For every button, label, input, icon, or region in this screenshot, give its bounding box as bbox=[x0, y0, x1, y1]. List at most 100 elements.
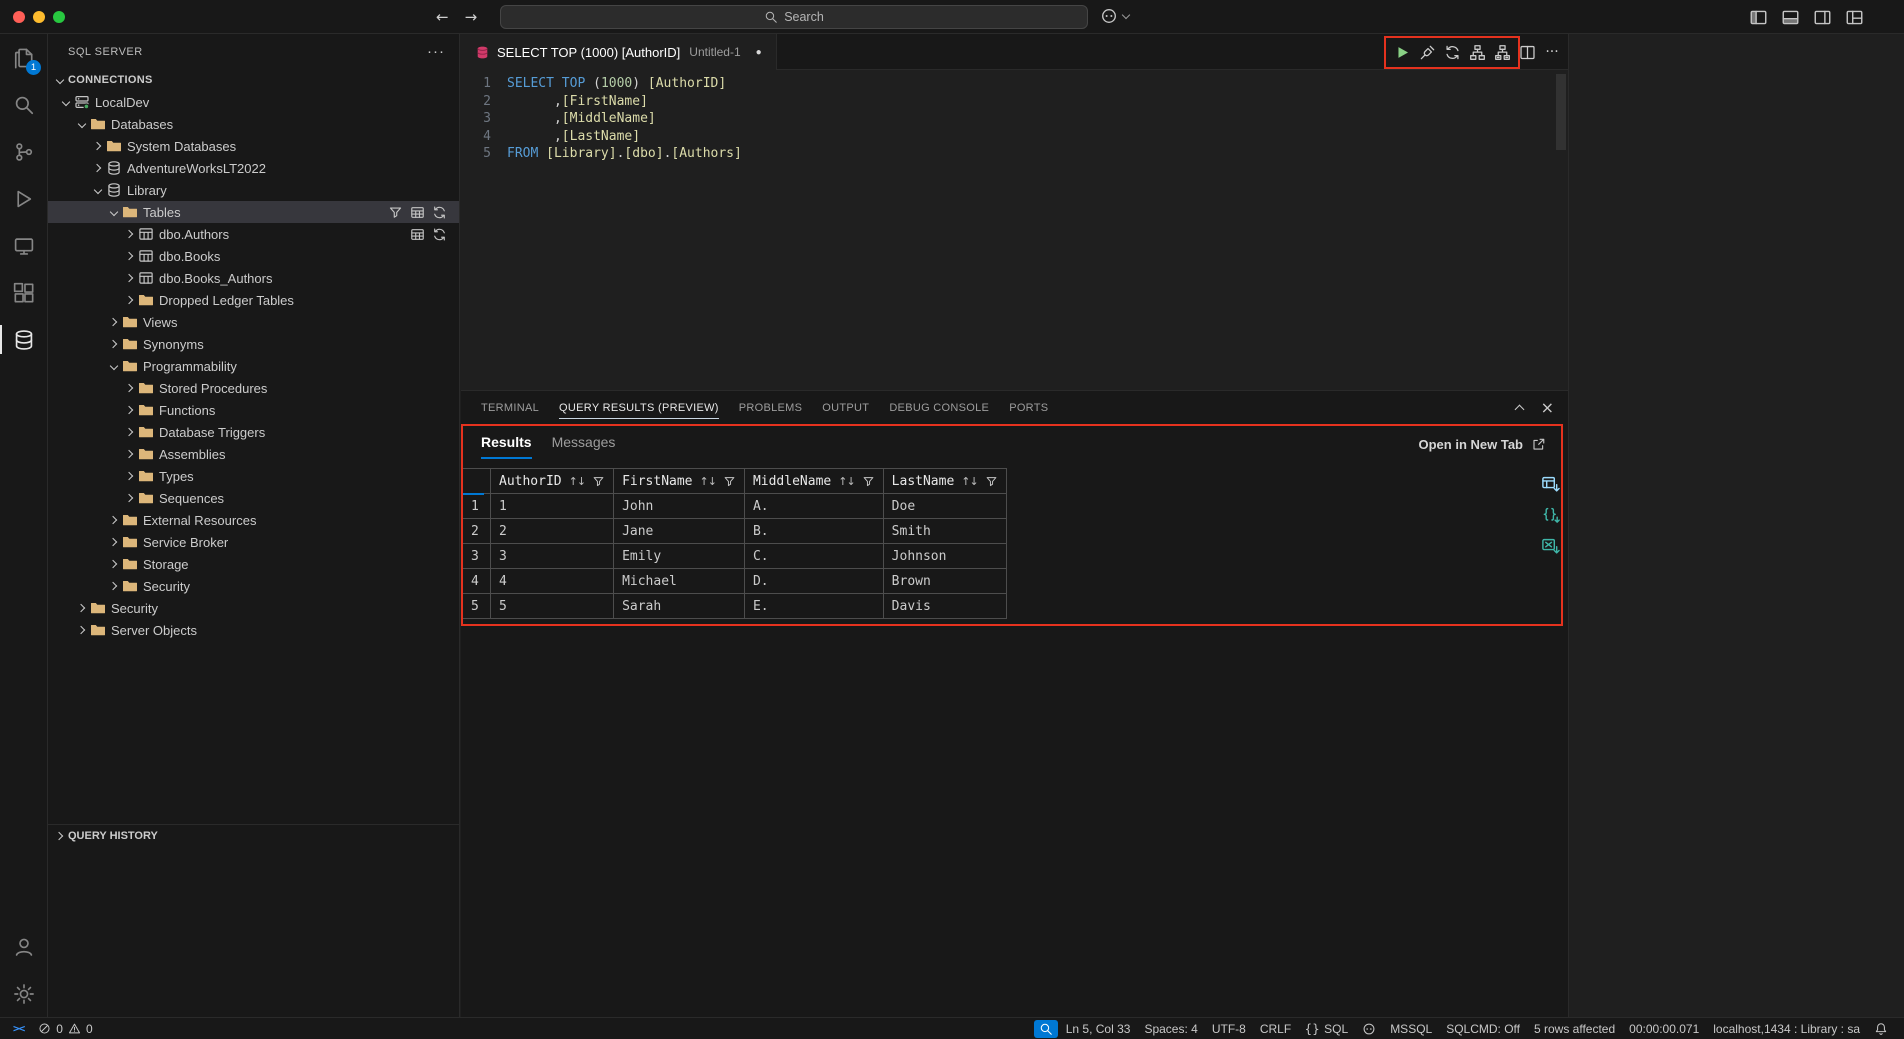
results-tab-messages[interactable]: Messages bbox=[552, 434, 616, 459]
tree-item-synonyms[interactable]: Synonyms bbox=[48, 333, 459, 355]
grid-cell[interactable]: 3 bbox=[491, 544, 614, 569]
status-localhost-1434-library-sa[interactable]: localhost,1434 : Library : sa bbox=[1707, 1018, 1866, 1039]
status-00-00-00-071[interactable]: 00:00:00.071 bbox=[1623, 1018, 1705, 1039]
status-bell[interactable] bbox=[1868, 1018, 1894, 1039]
status-mssql[interactable]: MSSQL bbox=[1384, 1018, 1438, 1039]
chevron-right-icon[interactable] bbox=[122, 248, 138, 264]
chevron-right-icon[interactable] bbox=[122, 270, 138, 286]
code-line[interactable]: 3 ,[MiddleName] bbox=[461, 110, 1568, 128]
copilot-button[interactable] bbox=[1100, 7, 1131, 25]
filter-icon[interactable] bbox=[592, 475, 605, 488]
tree-item-security[interactable]: Security bbox=[48, 597, 459, 619]
tree-item-sequences[interactable]: Sequences bbox=[48, 487, 459, 509]
chevron-right-icon[interactable] bbox=[122, 446, 138, 462]
tree-item-system-databases[interactable]: System Databases bbox=[48, 135, 459, 157]
customize-layout-icon[interactable] bbox=[1845, 8, 1864, 27]
chevron-right-icon[interactable] bbox=[74, 600, 90, 616]
panel-tab-problems[interactable]: PROBLEMS bbox=[729, 391, 813, 425]
toggle-primary-sidebar-icon[interactable] bbox=[1749, 8, 1768, 27]
refresh-icon[interactable] bbox=[432, 227, 447, 242]
grid-cell[interactable]: C. bbox=[744, 544, 883, 569]
code-line[interactable]: 4 ,[LastName] bbox=[461, 128, 1568, 146]
chevron-right-icon[interactable] bbox=[122, 468, 138, 484]
grid-cell[interactable]: Johnson bbox=[883, 544, 1006, 569]
run-query-button[interactable] bbox=[1390, 40, 1414, 64]
grid-cell[interactable]: Brown bbox=[883, 569, 1006, 594]
grid-cell[interactable]: Jane bbox=[614, 519, 745, 544]
row-number-cell[interactable]: 4 bbox=[463, 569, 491, 594]
chevron-down-icon[interactable] bbox=[58, 94, 74, 110]
editor-scrollbar[interactable] bbox=[1556, 74, 1566, 150]
close-panel-icon[interactable]: × bbox=[1541, 400, 1554, 416]
row-number-cell[interactable]: 5 bbox=[463, 594, 491, 619]
query-history-section-header[interactable]: QUERY HISTORY bbox=[48, 824, 459, 847]
grid-cell[interactable]: D. bbox=[744, 569, 883, 594]
code-line[interactable]: 1SELECT TOP (1000) [AuthorID] bbox=[461, 75, 1568, 93]
chevron-right-icon[interactable] bbox=[122, 490, 138, 506]
chevron-down-icon[interactable] bbox=[106, 204, 122, 220]
status-5-rows-affected[interactable]: 5 rows affected bbox=[1528, 1018, 1621, 1039]
grid-cell[interactable]: 5 bbox=[491, 594, 614, 619]
tree-item-programmability[interactable]: Programmability bbox=[48, 355, 459, 377]
tree-item-service-broker[interactable]: Service Broker bbox=[48, 531, 459, 553]
chevron-right-icon[interactable] bbox=[106, 556, 122, 572]
connections-section-header[interactable]: CONNECTIONS bbox=[48, 69, 459, 91]
more-actions-icon[interactable]: ··· bbox=[427, 43, 445, 60]
toggle-secondary-sidebar-icon[interactable] bbox=[1813, 8, 1832, 27]
panel-tab-query-results-preview[interactable]: QUERY RESULTS (PREVIEW) bbox=[549, 391, 729, 425]
sort-icon[interactable]: ↑↓ bbox=[569, 475, 585, 488]
code-line[interactable]: 2 ,[FirstName] bbox=[461, 93, 1568, 111]
column-header-middlename[interactable]: MiddleName↑↓ bbox=[744, 469, 883, 494]
grid-cell[interactable]: John bbox=[614, 494, 745, 519]
activity-bar-item-settings[interactable] bbox=[0, 970, 47, 1017]
status-crlf[interactable]: CRLF bbox=[1254, 1018, 1297, 1039]
activity-bar-item-search[interactable] bbox=[0, 81, 47, 128]
activity-bar-item-explorer[interactable]: 1 bbox=[0, 34, 47, 81]
code-line[interactable]: 5FROM [Library].[dbo].[Authors] bbox=[461, 145, 1568, 163]
grid-icon[interactable] bbox=[410, 227, 425, 242]
code-editor[interactable]: 1SELECT TOP (1000) [AuthorID]2 ,[FirstNa… bbox=[461, 70, 1568, 389]
filter-icon[interactable] bbox=[723, 475, 736, 488]
status-spaces-4[interactable]: Spaces: 4 bbox=[1138, 1018, 1203, 1039]
row-number-cell[interactable]: 2 bbox=[463, 519, 491, 544]
grid-cell[interactable]: A. bbox=[744, 494, 883, 519]
chevron-right-icon[interactable] bbox=[106, 314, 122, 330]
tree-item-types[interactable]: Types bbox=[48, 465, 459, 487]
column-header-authorid[interactable]: AuthorID↑↓ bbox=[491, 469, 614, 494]
grid-cell[interactable]: Sarah bbox=[614, 594, 745, 619]
panel-tab-terminal[interactable]: TERMINAL bbox=[471, 391, 549, 425]
grid-cell[interactable]: 4 bbox=[491, 569, 614, 594]
editor-tab[interactable]: SELECT TOP (1000) [AuthorID] Untitled-1 … bbox=[461, 34, 777, 70]
tree-item-dbo-books[interactable]: dbo.Books bbox=[48, 245, 459, 267]
save-as-json-icon[interactable] bbox=[1541, 506, 1560, 525]
go-back-icon[interactable]: ← bbox=[436, 8, 449, 26]
tree-item-dbo-authors[interactable]: dbo.Authors bbox=[48, 223, 459, 245]
more-actions-button[interactable]: ··· bbox=[1540, 40, 1564, 64]
grid-cell[interactable]: Davis bbox=[883, 594, 1006, 619]
grid-cell[interactable]: Smith bbox=[883, 519, 1006, 544]
disconnect-button[interactable] bbox=[1415, 40, 1439, 64]
maximize-window-button[interactable] bbox=[53, 11, 65, 23]
sort-icon[interactable]: ↑↓ bbox=[961, 475, 977, 488]
tree-item-security[interactable]: Security bbox=[48, 575, 459, 597]
modified-dot-icon[interactable]: ● bbox=[756, 47, 762, 58]
panel-tab-ports[interactable]: PORTS bbox=[999, 391, 1058, 425]
refresh-icon[interactable] bbox=[432, 205, 447, 220]
results-tab-results[interactable]: Results bbox=[481, 434, 532, 459]
activity-bar-item-run-and-debug[interactable] bbox=[0, 175, 47, 222]
split-editor-button[interactable] bbox=[1515, 40, 1539, 64]
chevron-right-icon[interactable] bbox=[90, 138, 106, 154]
row-number-cell[interactable]: 1 bbox=[463, 494, 491, 519]
estimated-plan-button[interactable] bbox=[1465, 40, 1489, 64]
select-all-corner[interactable] bbox=[463, 469, 491, 494]
tree-item-dbo-books-authors[interactable]: dbo.Books_Authors bbox=[48, 267, 459, 289]
filter-icon[interactable] bbox=[388, 205, 403, 220]
chevron-right-icon[interactable] bbox=[122, 424, 138, 440]
status-sqlcmd-off[interactable]: SQLCMD: Off bbox=[1440, 1018, 1526, 1039]
activity-bar-item-extensions[interactable] bbox=[0, 269, 47, 316]
chevron-right-icon[interactable] bbox=[106, 534, 122, 550]
tree-item-localdev[interactable]: LocalDev bbox=[48, 91, 459, 113]
change-connection-button[interactable] bbox=[1440, 40, 1464, 64]
grid-cell[interactable]: B. bbox=[744, 519, 883, 544]
status-ln-5-col-33[interactable]: Ln 5, Col 33 bbox=[1060, 1018, 1137, 1039]
